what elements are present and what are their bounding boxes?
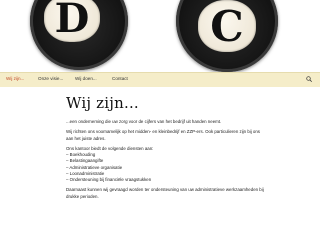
services-list: – Boekhouding – Belastingaangifte – Admi…	[66, 152, 266, 183]
main-content: Wij zijn... ...een onderneming die uw zo…	[66, 94, 266, 204]
intro-paragraph: ...een onderneming die uw zorg voor de c…	[66, 119, 222, 124]
search-icon[interactable]	[306, 76, 312, 82]
nav-item-contact[interactable]: Contact	[112, 76, 128, 81]
typewriter-key-c: C	[176, 0, 278, 72]
typewriter-key-d: D	[30, 0, 128, 70]
nav-item-onze-visie[interactable]: Onze visie...	[38, 76, 63, 81]
header-banner: D C	[0, 0, 320, 72]
page-title: Wij zijn...	[66, 94, 139, 112]
nav-item-wij-doen[interactable]: Wij doen...	[75, 76, 97, 81]
main-navigation: Wij zijn... Onze visie... Wij doen... Co…	[0, 72, 320, 87]
closing-paragraph: Daarnaast kunnen wij gevraagd worden ter…	[66, 187, 264, 199]
key-d-letter: D	[44, 0, 100, 42]
nav-item-wij-zijn[interactable]: Wij zijn...	[6, 76, 24, 81]
audience-paragraph: Wij richten ons voornamelijk op het midd…	[66, 129, 261, 141]
key-c-letter: C	[198, 0, 256, 52]
list-item: – Ondersteuning bij financiële vraagstuk…	[66, 177, 152, 182]
